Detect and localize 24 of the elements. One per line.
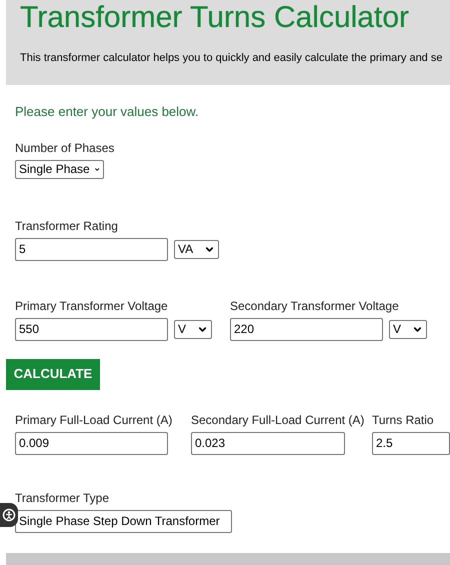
- page-title: Transformer Turns Calculator: [20, 0, 410, 36]
- unit-select[interactable]: V: [174, 320, 212, 338]
- field-label: Primary Transformer Voltage: [15, 298, 169, 314]
- description: This transformer calculator helps you to quickly and easily calculate the primary and se: [20, 51, 444, 66]
- unit-select[interactable]: V: [389, 320, 427, 338]
- input-field[interactable]: 0.023: [191, 432, 345, 454]
- field-label: Secondary Transformer Voltage: [230, 298, 400, 314]
- input-field[interactable]: Single Phase Step Down Transformer: [15, 510, 232, 532]
- field-label: Transformer Type: [15, 490, 110, 506]
- field-label: Transformer Rating: [15, 218, 119, 234]
- field-label: Turns Ratio: [372, 412, 435, 428]
- input-field[interactable]: 220: [230, 318, 383, 340]
- calculate-button[interactable]: CALCULATE: [6, 358, 100, 390]
- field-label: Primary Full-Load Current (A): [15, 412, 174, 428]
- unit-select[interactable]: VA: [174, 240, 219, 258]
- field-label: Number of Phases: [15, 140, 116, 156]
- input-field[interactable]: 5: [15, 238, 168, 260]
- field-label: Secondary Full-Load Current (A): [191, 412, 366, 428]
- input-field[interactable]: 2.5: [372, 432, 450, 454]
- unit-select[interactable]: Single Phase: [15, 160, 104, 178]
- input-field[interactable]: 0.009: [15, 432, 168, 454]
- input-field[interactable]: 550: [15, 318, 168, 340]
- intro-text: Please enter your values below.: [15, 103, 200, 121]
- accessibility-icon[interactable]: [0, 503, 18, 527]
